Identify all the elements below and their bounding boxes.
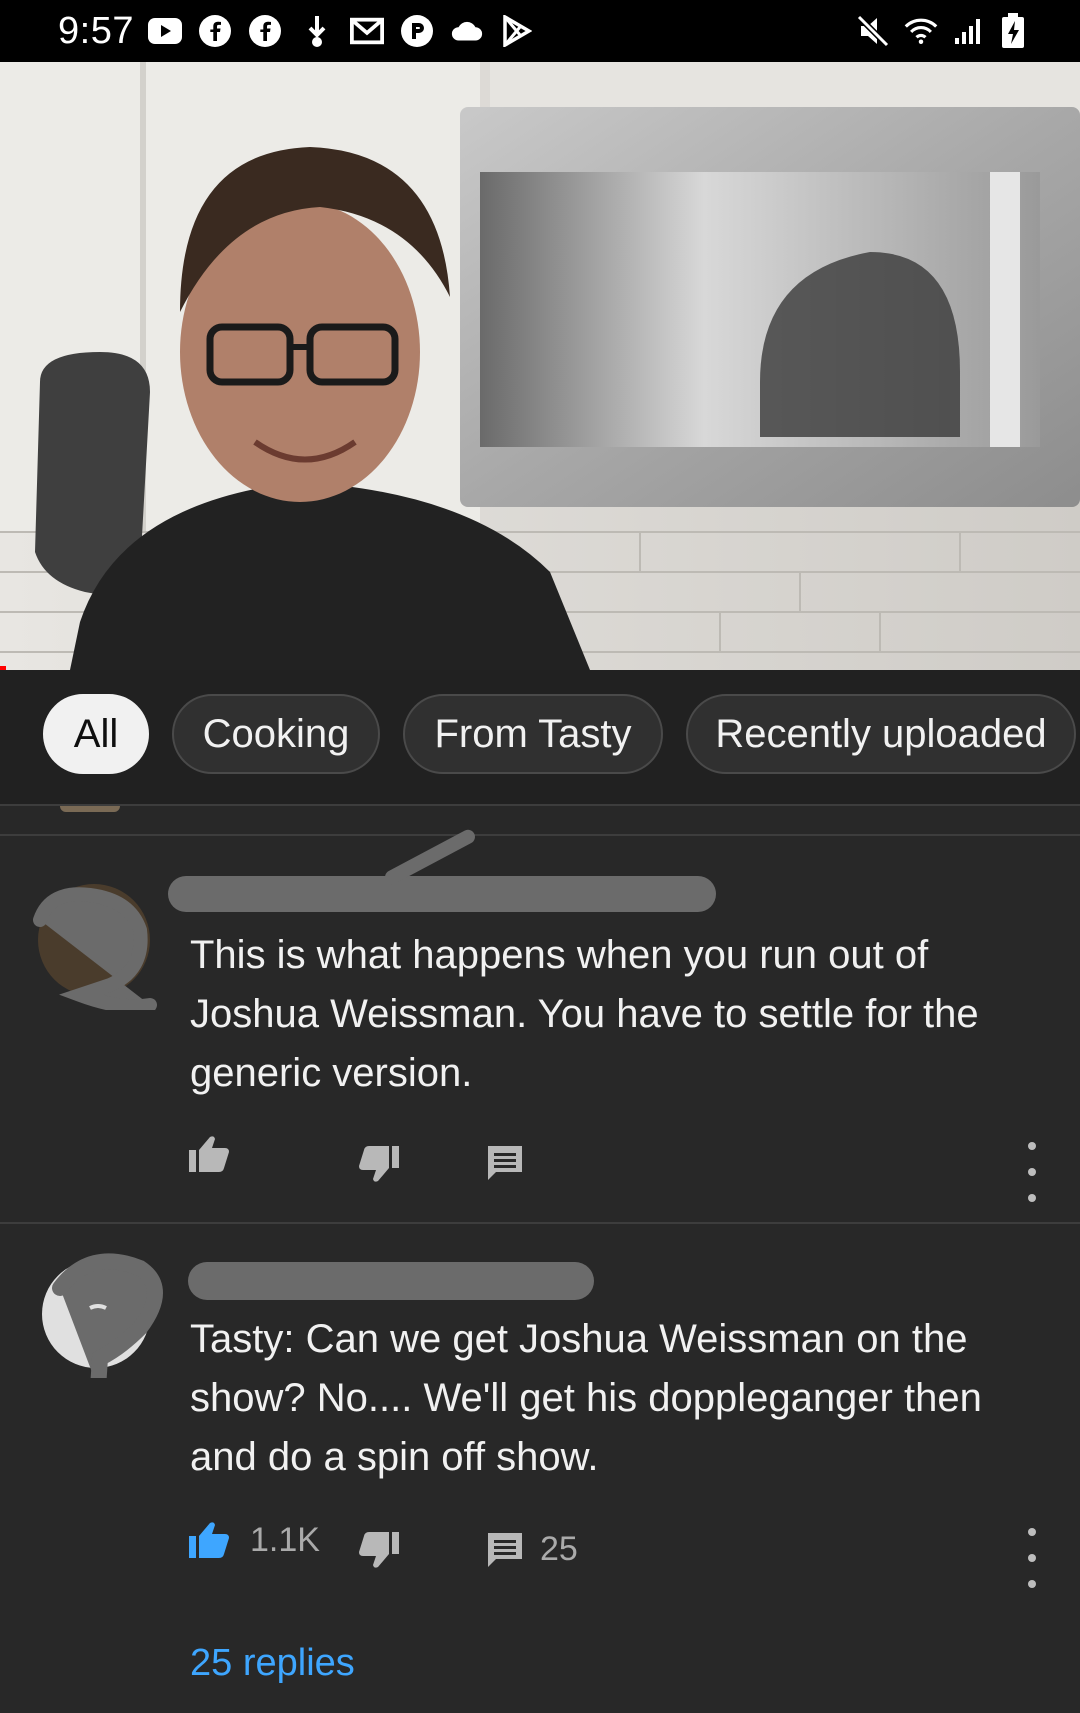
- chip-from-tasty[interactable]: From Tasty: [403, 694, 663, 774]
- cloud-icon: [450, 14, 484, 48]
- avatar: [60, 806, 120, 812]
- download-icon: [300, 14, 334, 48]
- comment-icon: [488, 1146, 522, 1180]
- thumbs-down-icon: [359, 1146, 399, 1182]
- thumbs-down-icon: [359, 1532, 399, 1568]
- like-count: 1.1K: [250, 1520, 320, 1559]
- redacted-username: [188, 1262, 594, 1300]
- chip-all[interactable]: All: [43, 694, 149, 774]
- wifi-icon: [904, 14, 938, 48]
- like-button[interactable]: [188, 1134, 230, 1174]
- youtube-icon: [148, 14, 182, 48]
- mute-icon: [856, 14, 890, 48]
- play-store-icon: [500, 14, 534, 48]
- comment-icon: [488, 1532, 522, 1567]
- status-time: 9:57: [58, 10, 134, 52]
- facebook-icon: [248, 14, 282, 48]
- signal-icon: [952, 14, 986, 48]
- dislike-button[interactable]: [358, 1144, 400, 1184]
- dislike-button[interactable]: [358, 1530, 400, 1570]
- thumbs-up-icon: [189, 1522, 229, 1558]
- avatar[interactable]: [40, 1248, 163, 1396]
- comment-text: Tasty: Can we get Joshua Weissman on the…: [190, 1317, 982, 1479]
- status-bar: 9:57: [0, 0, 1080, 62]
- avatar[interactable]: [32, 880, 157, 1014]
- reply-count: 25: [540, 1530, 578, 1568]
- redacted-username: [168, 876, 716, 912]
- comment-item: This is what happens when you run out of…: [0, 827, 1080, 1222]
- video-thumbnail: [0, 62, 1080, 670]
- facebook-icon: [198, 14, 232, 48]
- gmail-icon: [350, 14, 384, 48]
- video-player[interactable]: [0, 62, 1080, 670]
- thumbs-up-icon: [189, 1136, 229, 1172]
- more-options-icon[interactable]: [1017, 1528, 1047, 1588]
- battery-charging-icon: [996, 13, 1030, 48]
- comment-text: This is what happens when you run out of…: [190, 933, 979, 1095]
- chip-cooking[interactable]: Cooking: [172, 694, 380, 774]
- more-options-icon[interactable]: [1017, 1142, 1047, 1202]
- reply-button[interactable]: 25: [486, 1530, 578, 1569]
- pandora-icon: [400, 14, 434, 48]
- chip-recently-uploaded[interactable]: Recently uploaded: [686, 694, 1076, 774]
- like-button[interactable]: 1.1K: [188, 1520, 320, 1560]
- divider: [0, 804, 1080, 806]
- reply-button[interactable]: [486, 1144, 524, 1182]
- filter-chip-bar: All Cooking From Tasty Recently uploaded: [0, 670, 1080, 804]
- view-replies-link[interactable]: 25 replies: [190, 1642, 355, 1685]
- comment-item: Tasty: Can we get Joshua Weissman on the…: [0, 1224, 1080, 1713]
